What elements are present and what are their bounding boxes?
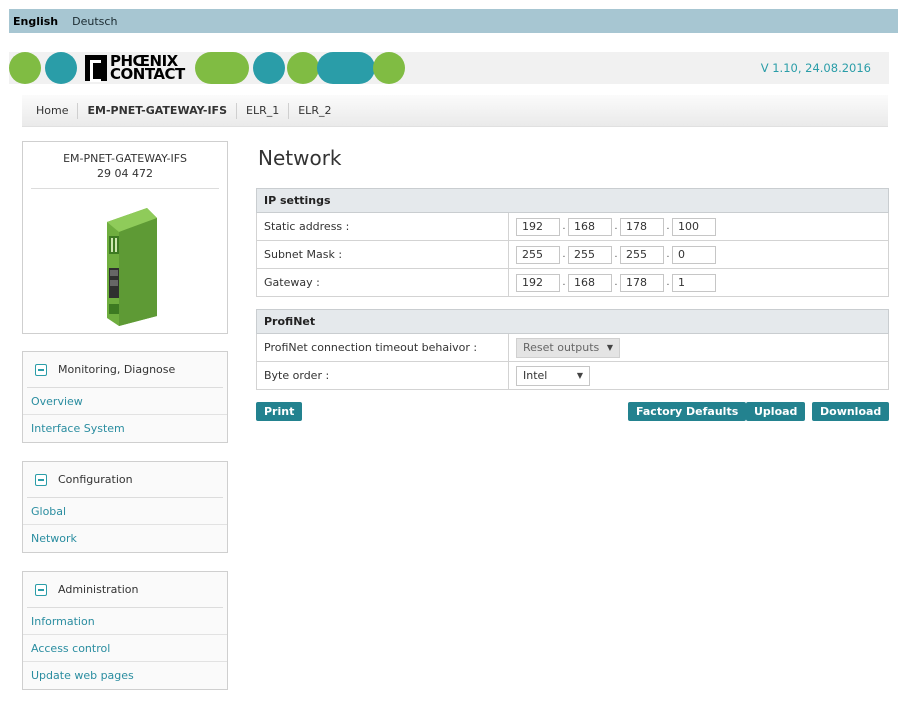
byte-order-select[interactable]: Intel ▼	[516, 365, 590, 386]
brand-decor-shape	[373, 52, 405, 84]
gateway-cell: 192. 168. 178. 1	[508, 268, 889, 297]
download-button[interactable]: Download	[812, 402, 890, 421]
main-content: Network IP settings Static address : 192…	[256, 146, 890, 426]
byte-order-cell: Intel ▼	[508, 361, 889, 390]
action-buttons: Print Factory Defaults Upload Download	[256, 402, 890, 426]
factory-defaults-button[interactable]: Factory Defaults	[628, 402, 747, 421]
dropdown-arrow-icon: ▼	[576, 371, 583, 380]
table-row: Byte order : Intel ▼	[256, 361, 889, 390]
profinet-header: ProfiNet	[256, 309, 889, 334]
menu-item-overview[interactable]: Overview	[23, 388, 227, 415]
static-address-cell: 192. 168. 178. 100	[508, 212, 889, 241]
divider	[31, 188, 219, 189]
static-octet-1[interactable]: 192	[516, 217, 560, 236]
table-row: ProfiNet connection timeout behaivor : R…	[256, 333, 889, 362]
timeout-behavior-value: Reset outputs	[523, 341, 600, 354]
lang-english-link[interactable]: English	[13, 15, 58, 28]
nav-elr2[interactable]: ELR_2	[288, 102, 340, 119]
brand-decor-shape	[9, 52, 41, 84]
profinet-table: ProfiNet ProfiNet connection timeout beh…	[256, 309, 889, 390]
collapse-icon[interactable]	[35, 363, 47, 376]
subnet-octet-2[interactable]: 255	[568, 245, 612, 264]
menu-item-network[interactable]: Network	[23, 525, 227, 552]
menu-item-update-web-pages[interactable]: Update web pages	[23, 662, 227, 689]
phoenix-contact-logo: PHŒNIX CONTACT	[85, 52, 185, 84]
menu-configuration: Configuration Global Network	[22, 461, 228, 553]
nav-device[interactable]: EM-PNET-GATEWAY-IFS	[77, 102, 236, 119]
subnet-octet-1[interactable]: 255	[516, 245, 560, 264]
menu-configuration-header[interactable]: Configuration	[27, 462, 223, 498]
timeout-behavior-select[interactable]: Reset outputs ▼	[516, 337, 620, 358]
collapse-icon[interactable]	[35, 473, 47, 486]
brand-decor-shape	[317, 52, 375, 84]
table-row: Gateway : 192. 168. 178. 1	[256, 268, 889, 297]
gateway-octet-4[interactable]: 1	[672, 273, 716, 292]
byte-order-label: Byte order :	[256, 361, 509, 390]
print-button[interactable]: Print	[256, 402, 303, 421]
menu-administration: Administration Information Access contro…	[22, 571, 228, 690]
version-label: V 1.10, 24.08.2016	[760, 61, 871, 75]
brand-decor-shape	[45, 52, 77, 84]
logo-mark-icon	[85, 55, 107, 82]
logo-line2: CONTACT	[110, 65, 185, 83]
table-row: Static address : 192. 168. 178. 100	[256, 212, 889, 241]
gateway-octet-1[interactable]: 192	[516, 273, 560, 292]
device-name: EM-PNET-GATEWAY-IFS	[63, 152, 187, 165]
dropdown-arrow-icon: ▼	[606, 343, 613, 352]
gateway-octet-3[interactable]: 178	[620, 273, 664, 292]
menu-monitoring: Monitoring, Diagnose Overview Interface …	[22, 351, 228, 443]
gateway-octet-2[interactable]: 168	[568, 273, 612, 292]
static-octet-2[interactable]: 168	[568, 217, 612, 236]
ip-settings-table: IP settings Static address : 192. 168. 1…	[256, 188, 889, 297]
device-number: 29 04 472	[97, 167, 153, 180]
device-info-box: EM-PNET-GATEWAY-IFS 29 04 472	[22, 141, 228, 334]
timeout-behavior-label: ProfiNet connection timeout behaivor :	[256, 333, 509, 362]
upload-button[interactable]: Upload	[746, 402, 806, 421]
breadcrumb-nav: Home EM-PNET-GATEWAY-IFS ELR_1 ELR_2	[22, 95, 888, 127]
byte-order-value: Intel	[523, 369, 548, 382]
logo-text: PHŒNIX CONTACT	[110, 54, 185, 83]
timeout-behavior-cell: Reset outputs ▼	[508, 333, 889, 362]
ip-settings-header: IP settings	[256, 188, 889, 213]
lang-deutsch-link[interactable]: Deutsch	[72, 15, 117, 28]
page-title: Network	[258, 146, 342, 170]
language-bar: English Deutsch	[9, 9, 898, 33]
menu-item-information[interactable]: Information	[23, 608, 227, 635]
static-address-label: Static address :	[256, 212, 509, 241]
subnet-mask-label: Subnet Mask :	[256, 240, 509, 269]
nav-elr1[interactable]: ELR_1	[236, 102, 288, 119]
menu-item-global[interactable]: Global	[23, 498, 227, 525]
brand-decor-shape	[253, 52, 285, 84]
gateway-label: Gateway :	[256, 268, 509, 297]
brand-decor-shape	[287, 52, 319, 84]
menu-title: Administration	[58, 583, 139, 596]
nav-home[interactable]: Home	[36, 103, 77, 119]
brand-bar: PHŒNIX CONTACT V 1.10, 24.08.2016	[9, 52, 889, 84]
menu-title: Monitoring, Diagnose	[58, 363, 176, 376]
menu-title: Configuration	[58, 473, 133, 486]
menu-monitoring-header[interactable]: Monitoring, Diagnose	[27, 352, 223, 388]
menu-item-access-control[interactable]: Access control	[23, 635, 227, 662]
brand-decor-shape	[195, 52, 249, 84]
static-octet-3[interactable]: 178	[620, 217, 664, 236]
device-image	[107, 208, 157, 326]
static-octet-4[interactable]: 100	[672, 217, 716, 236]
collapse-icon[interactable]	[35, 583, 47, 596]
menu-item-interface-system[interactable]: Interface System	[23, 415, 227, 442]
menu-administration-header[interactable]: Administration	[27, 572, 223, 608]
subnet-mask-cell: 255. 255. 255. 0	[508, 240, 889, 269]
table-row: Subnet Mask : 255. 255. 255. 0	[256, 240, 889, 269]
subnet-octet-3[interactable]: 255	[620, 245, 664, 264]
subnet-octet-4[interactable]: 0	[672, 245, 716, 264]
